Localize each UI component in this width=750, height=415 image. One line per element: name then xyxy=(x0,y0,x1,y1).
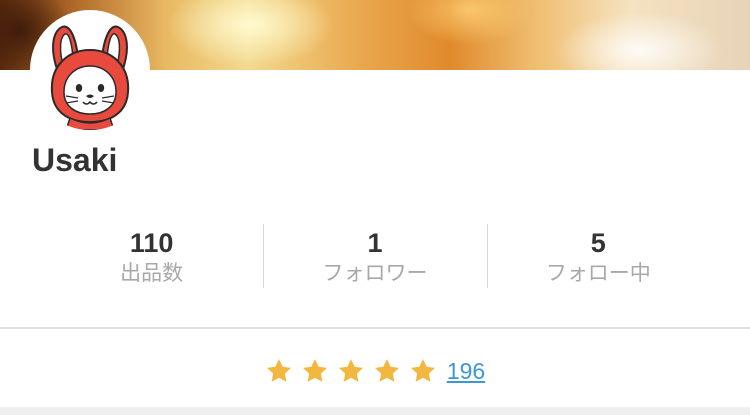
star-icon xyxy=(410,359,435,382)
rabbit-avatar-icon xyxy=(50,25,130,130)
stat-following-label: フォロー中 xyxy=(545,262,651,285)
stat-followers-label: フォロワー xyxy=(322,262,428,285)
star-icon xyxy=(302,359,327,382)
rating-row: 196 xyxy=(0,350,750,392)
stat-following-count: 5 xyxy=(590,228,606,258)
profile-stats: 110 出品数 1 フォロワー 5 フォロー中 xyxy=(40,222,710,290)
stat-listings-label: 出品数 xyxy=(120,262,184,285)
star-icon xyxy=(338,359,363,382)
stat-listings-count: 110 xyxy=(129,228,174,258)
stat-following[interactable]: 5 フォロー中 xyxy=(486,222,710,290)
star-icon xyxy=(374,359,399,382)
rating-stars xyxy=(265,357,445,385)
star-icon xyxy=(266,359,291,382)
username: Usaki xyxy=(32,142,118,178)
stat-listings[interactable]: 110 出品数 xyxy=(40,222,263,290)
stat-followers-count: 1 xyxy=(367,228,383,258)
review-count-link[interactable]: 196 xyxy=(447,356,485,386)
bottom-spacer xyxy=(0,407,750,415)
avatar[interactable] xyxy=(30,10,150,130)
stat-followers[interactable]: 1 フォロワー xyxy=(263,222,486,290)
section-divider xyxy=(0,327,750,329)
